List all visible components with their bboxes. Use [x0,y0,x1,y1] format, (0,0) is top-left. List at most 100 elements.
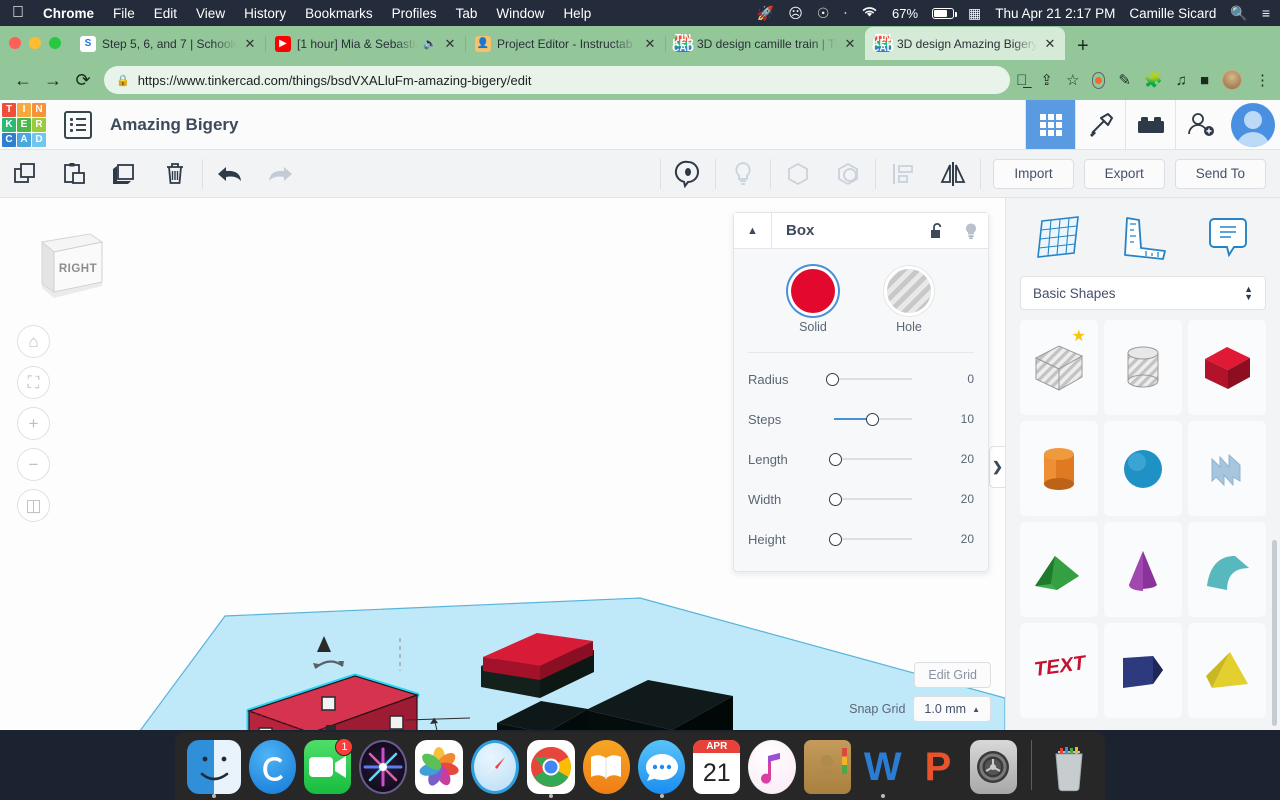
shape-item-roof[interactable] [1020,522,1098,617]
ungroup-icon[interactable] [823,150,873,197]
apple-menu-icon[interactable]:  [12,5,24,21]
dock-item-itunes[interactable] [748,740,796,794]
shape-item-pyramid[interactable] [1188,623,1266,718]
workplane-icon[interactable] [663,150,713,197]
dock-item-chrome[interactable] [527,740,575,798]
bricks-icon[interactable] [1125,100,1175,149]
zoom-out-icon[interactable]: − [17,448,50,481]
mirror-icon[interactable] [928,150,978,197]
pencil-extension-icon[interactable]: ✎ [1118,71,1131,89]
shape-item-tube[interactable] [1104,623,1182,718]
paste-icon[interactable] [50,150,100,197]
page-title[interactable]: Amazing Bigery [110,115,238,135]
shape-item-cylinder-hole[interactable] [1104,320,1182,415]
shapes-panel-scrollbar[interactable] [1272,540,1277,726]
slider-knob[interactable] [829,492,842,506]
slider-knob[interactable] [829,532,842,546]
redo-icon[interactable] [255,150,305,197]
tab-close-icon[interactable]: ✕ [643,36,657,52]
install-icon[interactable]: ⭳̲ [1016,72,1027,89]
profile-avatar-icon[interactable] [1222,70,1242,90]
dock-item-messages[interactable] [637,740,686,798]
dock-item-powerpoint[interactable]: P [914,740,961,794]
dock-item-siri[interactable] [359,740,408,794]
menubar-item-chrome[interactable]: Chrome [43,6,94,21]
shape-item-round-roof[interactable] [1188,522,1266,617]
window-close-button[interactable] [9,37,21,49]
chrome-menu-icon[interactable]: ⋮ [1255,71,1270,89]
height-slider[interactable] [826,532,934,546]
slider-knob[interactable] [829,452,842,466]
note-icon[interactable] [1200,212,1256,264]
dock-item-contacts[interactable] [803,740,852,794]
width-slider[interactable] [826,492,934,506]
grid-blocks-icon[interactable] [1025,100,1075,149]
search-icon[interactable]: 🔍 [1230,5,1247,22]
copy-icon[interactable] [0,150,50,197]
menubar-item-profiles[interactable]: Profiles [392,6,437,21]
square-extension-icon[interactable]: ■ [1200,72,1209,89]
property-value[interactable]: 20 [934,492,974,506]
avatar[interactable] [1231,103,1275,147]
fit-view-icon[interactable]: ⛶ [17,366,50,399]
rocket-icon[interactable]: 🚀 [757,5,774,22]
forward-button[interactable]: → [38,65,68,95]
align-icon[interactable] [878,150,928,197]
shape-item-scribble[interactable] [1188,421,1266,516]
duplicate-icon[interactable] [100,150,150,197]
undo-icon[interactable] [205,150,255,197]
workplane-grid-icon[interactable] [1030,212,1086,264]
address-bar[interactable]: 🔒 https://www.tinkercad.com/things/bsdVX… [104,66,1011,94]
menubar-item-file[interactable]: File [113,6,135,21]
shape-item-text[interactable]: TEXT [1020,623,1098,718]
media-list-icon[interactable]: ♫ [1176,72,1187,89]
property-value[interactable]: 0 [934,372,974,386]
note-light-icon[interactable] [718,150,768,197]
dock-item-safari[interactable] [471,740,520,794]
dock-item-facetime[interactable]: 1 [304,738,354,794]
group-icon[interactable] [773,150,823,197]
wifi-icon[interactable] [861,5,878,21]
share-icon[interactable]: ⇪ [1040,71,1053,89]
solid-color-swatch[interactable] [791,269,835,313]
menubar-item-view[interactable]: View [196,6,225,21]
snap-grid-select[interactable]: 1.0 mm ▲ [913,696,991,722]
new-tab-button[interactable]: + [1077,36,1089,60]
dock-item-word[interactable]: W [859,740,906,798]
menubar-clock[interactable]: Thu Apr 21 2:17 PM [995,6,1115,21]
menubar-item-help[interactable]: Help [563,6,591,21]
control-center-icon[interactable]: ≡ [1262,5,1270,21]
collapse-triangle-icon[interactable]: ▲ [734,213,772,248]
import-button[interactable]: Import [993,158,1074,189]
dock-item-photos[interactable] [415,740,464,794]
screen-recorder-icon[interactable] [1092,71,1106,89]
browser-tab-active[interactable]: TIN KER CAD 3D design Amazing Bigery ✕ [865,27,1065,60]
unlock-icon[interactable] [920,222,954,240]
home-view-icon[interactable]: ⌂ [17,325,50,358]
spiral-icon[interactable]: ☉ [817,5,830,22]
shape-category-select[interactable]: Basic Shapes ▲ ▼ [1020,276,1266,310]
shape-item-box[interactable] [1188,320,1266,415]
window-maximize-button[interactable] [49,37,61,49]
window-minimize-button[interactable] [29,37,41,49]
edit-grid-button[interactable]: Edit Grid [914,662,991,688]
orthographic-view-icon[interactable]: ◫ [17,489,50,522]
steps-slider[interactable] [826,412,934,426]
shape-item-cylinder[interactable] [1020,421,1098,516]
shape-item-sphere[interactable] [1104,421,1182,516]
menubar-user-name[interactable]: Camille Sicard [1129,6,1216,21]
tab-close-icon[interactable]: ✕ [243,36,257,52]
slider-knob[interactable] [866,412,879,426]
browser-tab[interactable]: ▶ [1 hour] Mia & Sebastia 🔈 ✕ [265,27,466,60]
browser-tab[interactable]: TIN KER CAD 3D design camille train | Ti ✕ [665,27,865,60]
puzzle-extension-icon[interactable]: 🧩 [1144,71,1163,89]
property-value[interactable]: 10 [934,412,974,426]
tab-close-icon[interactable]: ✕ [1043,36,1057,52]
dock-item-system-preferences[interactable] [969,740,1017,794]
menubar-item-edit[interactable]: Edit [154,6,177,21]
radius-slider[interactable] [826,372,934,386]
slider-knob[interactable] [826,372,839,386]
length-slider[interactable] [826,452,934,466]
menubar-item-bookmarks[interactable]: Bookmarks [305,6,373,21]
dock-item-calendar[interactable]: APR 21 [693,740,741,794]
